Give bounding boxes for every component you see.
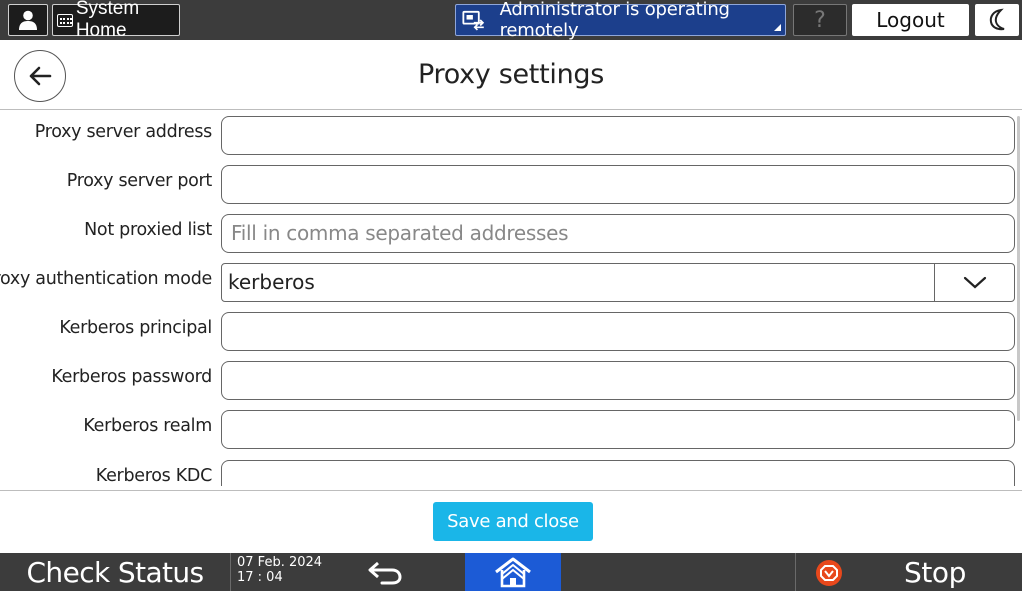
remote-screen-icon <box>462 10 485 31</box>
proxy-server-address-input[interactable] <box>221 116 1015 155</box>
form-row-not-proxied-list: Not proxied list Fill in comma separated… <box>0 210 1022 253</box>
back-arrow-icon <box>29 66 52 86</box>
proxy-authentication-mode-select[interactable]: kerberos <box>221 263 1015 302</box>
proxy-server-port-input[interactable] <box>221 165 1015 204</box>
date-text: 07 Feb. 2024 <box>237 555 323 570</box>
time-text: 17 : 04 <box>237 570 283 585</box>
return-button[interactable] <box>366 558 406 586</box>
action-area: Save and close <box>0 490 1022 552</box>
return-arrow-icon <box>368 561 402 585</box>
top-bar: System Home Administrator is operating r… <box>0 0 1022 41</box>
page-title: Proxy settings <box>417 59 604 90</box>
proxy-settings-form: Proxy server address Proxy server port N… <box>0 111 1022 486</box>
date-time-display: 07 Feb. 2024 17 : 04 <box>237 555 322 585</box>
divider <box>230 553 231 591</box>
kerberos-password-input[interactable] <box>221 361 1015 400</box>
form-row-proxy-authentication-mode: Proxy authentication mode kerberos <box>0 259 1022 302</box>
kerberos-principal-label: Kerberos principal <box>59 318 212 338</box>
kerberos-realm-label: Kerberos realm <box>83 416 212 436</box>
logout-label: Logout <box>876 8 945 32</box>
form-row-proxy-server-address: Proxy server address <box>0 112 1022 155</box>
proxy-server-address-label: Proxy server address <box>34 122 213 142</box>
form-row-kerberos-password: Kerberos password <box>0 357 1022 400</box>
back-button[interactable] <box>14 50 66 102</box>
dropdown-toggle[interactable] <box>934 264 1014 301</box>
proxy-server-port-label: Proxy server port <box>66 171 213 191</box>
form-row-proxy-server-port: Proxy server port <box>0 161 1022 204</box>
kerberos-kdc-label: Kerberos KDC <box>95 466 213 486</box>
kerberos-realm-input[interactable] <box>221 410 1015 449</box>
stop-label: Stop <box>903 556 967 589</box>
kerberos-password-label: Kerberos password <box>51 367 212 387</box>
form-row-kerberos-realm: Kerberos realm <box>0 406 1022 449</box>
corner-triangle-icon <box>774 24 781 31</box>
form-scrollbar[interactable] <box>1017 116 1020 421</box>
user-button[interactable] <box>8 4 48 36</box>
user-icon <box>19 10 37 30</box>
energy-saver-button[interactable] <box>975 4 1019 36</box>
stop-button[interactable]: Stop <box>880 553 990 591</box>
remote-operation-button[interactable]: Administrator is operating remotely <box>455 0 786 41</box>
system-home-button[interactable]: System Home <box>52 0 180 41</box>
not-proxied-list-label: Not proxied list <box>84 220 212 240</box>
home-button[interactable] <box>465 553 561 591</box>
proxy-authentication-mode-value: kerberos <box>228 270 315 294</box>
check-status-button[interactable]: Check Status <box>0 553 230 591</box>
proxy-authentication-mode-label: Proxy authentication mode <box>0 269 212 289</box>
moon-icon <box>989 8 1005 31</box>
logout-button[interactable]: Logout <box>852 4 969 36</box>
help-label: ? <box>814 7 826 33</box>
help-button[interactable]: ? <box>793 4 847 36</box>
kerberos-kdc-input[interactable] <box>221 460 1015 486</box>
keyboard-icon <box>57 13 73 27</box>
form-row-kerberos-kdc: Kerberos KDC <box>0 456 1022 486</box>
form-row-kerberos-principal: Kerberos principal <box>0 308 1022 351</box>
chevron-down-icon <box>963 276 986 288</box>
remote-status-label: Administrator is operating remotely <box>499 0 730 41</box>
kerberos-principal-input[interactable] <box>221 312 1015 351</box>
stop-button-icon-wrap[interactable] <box>815 559 843 587</box>
not-proxied-list-placeholder: Fill in comma separated addresses <box>231 221 569 245</box>
page-header: Proxy settings <box>0 40 1022 110</box>
save-and-close-button[interactable]: Save and close <box>433 502 593 541</box>
home-icon <box>495 557 531 588</box>
system-home-label: System Home <box>75 0 140 41</box>
check-status-label: Check Status <box>26 556 204 589</box>
bottom-bar: Check Status 07 Feb. 2024 17 : 04 Stop <box>0 553 1022 591</box>
divider <box>795 553 796 591</box>
not-proxied-list-input[interactable]: Fill in comma separated addresses <box>221 214 1015 253</box>
stop-icon <box>816 560 842 586</box>
save-and-close-label: Save and close <box>447 511 579 532</box>
